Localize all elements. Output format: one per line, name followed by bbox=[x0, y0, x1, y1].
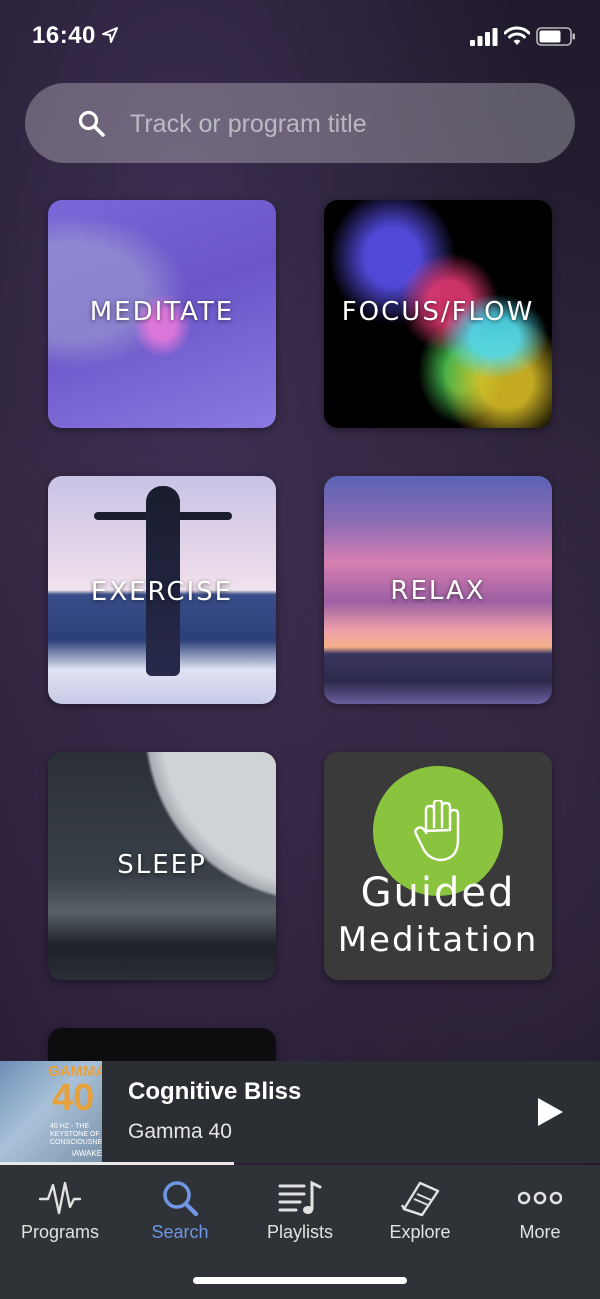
album-cover: GAMMA 40 40 HZ - THE KEYSTONE OF CONSCIO… bbox=[0, 1061, 102, 1163]
now-playing-bar[interactable]: GAMMA 40 40 HZ - THE KEYSTONE OF CONSCIO… bbox=[0, 1061, 600, 1163]
category-tile-exercise[interactable]: EXERCISE bbox=[48, 476, 276, 704]
category-label: EXERCISE bbox=[90, 577, 234, 607]
category-label: FOCUS/FLOW bbox=[341, 297, 535, 327]
hand-icon bbox=[414, 800, 460, 862]
now-playing-subtitle: Gamma 40 bbox=[128, 1120, 232, 1143]
search-icon bbox=[163, 1181, 199, 1217]
cover-number: 40 bbox=[52, 1077, 95, 1119]
category-tile-relax[interactable]: RELAX bbox=[324, 476, 552, 704]
guided-label-line2: Meditation bbox=[337, 920, 539, 960]
tab-more[interactable]: More bbox=[480, 1165, 600, 1255]
wifi-icon bbox=[504, 26, 530, 45]
category-tile-sleep[interactable]: SLEEP bbox=[48, 752, 276, 980]
play-icon[interactable] bbox=[536, 1097, 564, 1127]
cellular-signal-icon bbox=[470, 28, 498, 46]
waveform-icon bbox=[38, 1181, 82, 1215]
tab-label: More bbox=[519, 1222, 561, 1242]
more-icon bbox=[518, 1191, 562, 1205]
guided-label-line1: Guided bbox=[360, 870, 516, 916]
home-indicator[interactable] bbox=[193, 1277, 407, 1284]
book-icon bbox=[400, 1181, 440, 1217]
location-arrow-icon bbox=[102, 27, 118, 43]
status-bar: 16:40 bbox=[0, 0, 600, 72]
tab-label: Programs bbox=[20, 1222, 100, 1242]
tab-label: Playlists bbox=[266, 1222, 333, 1242]
category-tile-focus-flow[interactable]: FOCUS/FLOW bbox=[324, 200, 552, 428]
battery-icon bbox=[536, 27, 575, 46]
cover-tagline: 40 HZ - THE KEYSTONE OF CONSCIOUSNESS bbox=[50, 1123, 102, 1146]
tab-programs[interactable]: Programs bbox=[0, 1165, 120, 1255]
category-label: RELAX bbox=[390, 576, 486, 606]
tab-label: Explore bbox=[389, 1222, 451, 1242]
search-icon bbox=[78, 110, 105, 137]
search-input[interactable] bbox=[128, 101, 552, 147]
tab-explore[interactable]: Explore bbox=[360, 1165, 480, 1255]
category-label: MEDITATE bbox=[89, 297, 235, 327]
tab-label: Search bbox=[151, 1222, 209, 1242]
cover-brand: iAWAKE bbox=[72, 1149, 102, 1158]
now-playing-title: Cognitive Bliss bbox=[128, 1078, 302, 1105]
playlist-icon bbox=[278, 1180, 322, 1214]
search-bar[interactable] bbox=[25, 83, 575, 163]
category-tile-meditate[interactable]: MEDITATE bbox=[48, 200, 276, 428]
category-tile-guided-meditation[interactable]: Guided Meditation bbox=[324, 752, 552, 980]
tab-search[interactable]: Search bbox=[120, 1165, 240, 1255]
status-time: 16:40 bbox=[32, 22, 96, 49]
category-label: SLEEP bbox=[117, 850, 207, 880]
tab-playlists[interactable]: Playlists bbox=[240, 1165, 360, 1255]
